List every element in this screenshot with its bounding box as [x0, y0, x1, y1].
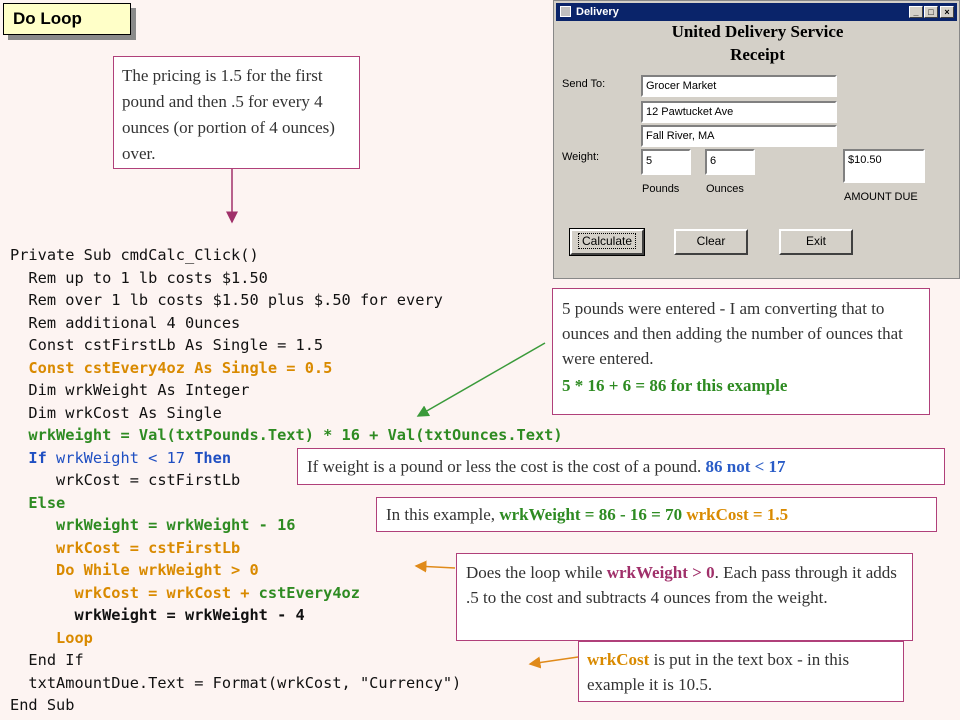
code-line-16-a: wrkCost = wrkCost + [10, 583, 259, 602]
pounds-input[interactable]: 5 [641, 149, 691, 175]
note-loop: Does the loop while wrkWeight > 0. Each … [456, 553, 913, 641]
note-if: If weight is a pound or less the cost is… [297, 448, 945, 485]
code-line-12: Else [10, 493, 66, 512]
send-to-name-field[interactable]: Grocer Market [641, 75, 837, 97]
code-line-10-cond: wrkWeight < 17 [46, 448, 195, 467]
pounds-label: Pounds [642, 183, 680, 195]
note-loop-text: Does the loop while wrkWeight > 0. Each … [466, 560, 903, 610]
note-else: In this example, wrkWeight = 86 - 16 = 7… [376, 497, 937, 532]
note-if-highlight: 86 not < 17 [705, 457, 786, 476]
window-titlebar: Delivery _ □ × [556, 3, 957, 21]
note-else-weight: wrkWeight = 86 - 16 = 70 [499, 505, 683, 524]
note-result-text: wrkCost is put in the text box - in this… [587, 647, 895, 697]
note-result: wrkCost is put in the text box - in this… [578, 641, 904, 702]
code-line-18: Loop [10, 628, 93, 647]
code-line-9: wrkWeight = Val(txtPounds.Text) * 16 + V… [10, 426, 563, 444]
code-line-7: Dim wrkWeight As Integer [10, 381, 250, 399]
code-line-15: Do While wrkWeight > 0 [10, 561, 259, 579]
code-line-1: Private Sub cmdCalc_Click() [10, 246, 259, 264]
note-loop-t1: Does the loop while [466, 563, 603, 582]
code-line-10-then: Then [194, 448, 232, 467]
code-line-6: Const cstEvery4oz As Single = 0.5 [10, 358, 333, 377]
weight-label: Weight: [562, 151, 600, 163]
ounces-label: Ounces [706, 183, 744, 195]
code-line-3: Rem over 1 lb costs $1.50 plus $.50 for … [10, 291, 443, 309]
code-line-21: End Sub [10, 696, 75, 714]
window-heading-company: United Delivery Service [671, 22, 844, 41]
note-pricing: The pricing is 1.5 for the first pound a… [113, 56, 360, 169]
send-to-street-field[interactable]: 12 Pawtucket Ave [641, 101, 837, 123]
close-button[interactable]: × [940, 6, 954, 18]
note-result-var: wrkCost [587, 650, 650, 669]
amount-due-label: AMOUNT DUE [844, 191, 918, 203]
code-line-16-b: cstEvery4oz [258, 583, 360, 602]
window-heading-receipt: Receipt [730, 45, 785, 64]
window-title: Delivery [576, 6, 619, 18]
slide-title: Do Loop [3, 3, 131, 35]
code-line-5: Const cstFirstLb As Single = 1.5 [10, 336, 324, 354]
code-line-10-if: If [10, 448, 47, 467]
calculate-button-label: Calculate [577, 233, 637, 249]
note-convert-text: 5 pounds were entered - I am converting … [562, 299, 903, 368]
code-line-20: txtAmountDue.Text = Format(wrkCost, "Cur… [10, 673, 462, 692]
window-app-icon [560, 6, 571, 17]
calculate-button[interactable]: Calculate [569, 228, 645, 256]
code-line-14: wrkCost = cstFirstLb [10, 538, 241, 557]
clear-button[interactable]: Clear [674, 229, 748, 255]
send-to-city-field[interactable]: Fall River, MA [641, 125, 837, 147]
note-convert-example: 5 * 16 + 6 = 86 for this example [562, 376, 788, 395]
note-loop-cond: wrkWeight > 0 [606, 563, 715, 582]
note-pricing-text: The pricing is 1.5 for the first pound a… [122, 66, 335, 163]
note-else-prefix: In this example, [386, 505, 496, 524]
exit-button[interactable]: Exit [779, 229, 853, 255]
note-if-text: If weight is a pound or less the cost is… [307, 457, 702, 476]
minimize-button[interactable]: _ [909, 6, 923, 18]
code-line-2: Rem up to 1 lb costs $1.50 [10, 268, 268, 287]
code-line-4: Rem additional 4 0unces [10, 313, 241, 332]
amount-due-field: $10.50 [843, 149, 925, 183]
code-line-11: wrkCost = cstFirstLb [10, 471, 241, 489]
code-line-8: Dim wrkCost As Single [10, 403, 222, 422]
delivery-window: Delivery _ □ × United Delivery Service R… [553, 0, 960, 279]
ounces-input[interactable]: 6 [705, 149, 755, 175]
send-to-label: Send To: [562, 78, 606, 90]
code-line-13: wrkWeight = wrkWeight - 16 [10, 516, 296, 534]
code-line-19: End If [10, 651, 84, 669]
maximize-button[interactable]: □ [924, 6, 938, 18]
exit-button-label: Exit [805, 234, 826, 248]
code-line-17: wrkWeight = wrkWeight - 4 [10, 606, 305, 624]
clear-button-label: Clear [696, 234, 726, 248]
note-convert: 5 pounds were entered - I am converting … [552, 288, 930, 415]
note-else-cost: wrkCost = 1.5 [686, 505, 789, 524]
